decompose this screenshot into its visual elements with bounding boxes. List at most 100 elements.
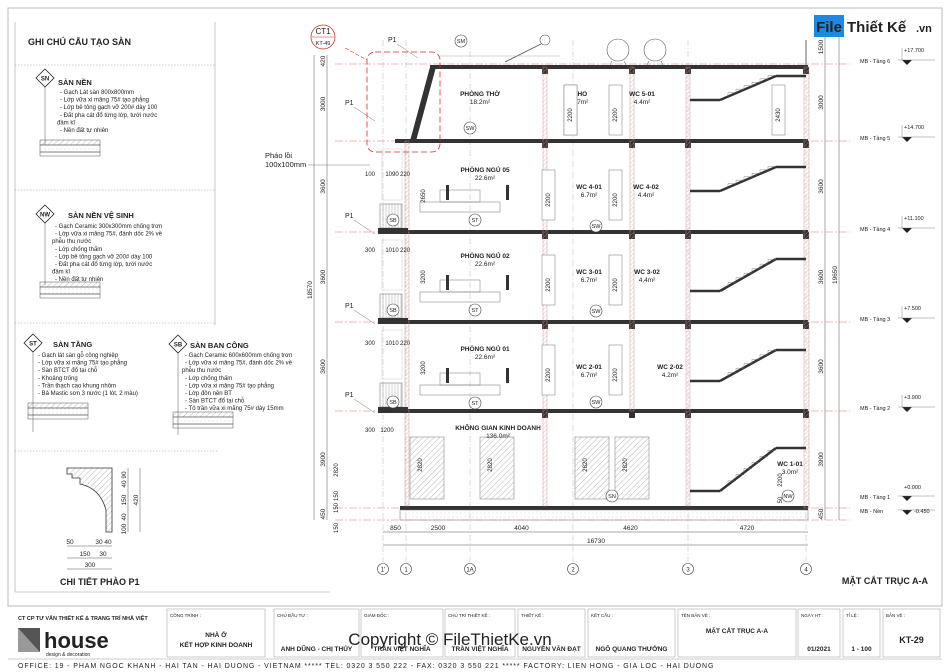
layer-sample — [27, 414, 89, 420]
layer-sample — [39, 151, 101, 157]
level-name: MB - Tầng 3 — [860, 317, 890, 323]
layer-sample — [172, 423, 234, 429]
room-label: WC 2-016.7m² — [576, 364, 602, 379]
company-name: CT CP TƯ VẤN THIẾT KẾ & TRANG TRÍ NHÀ VI… — [18, 614, 148, 622]
note-line: - Lớp vữa xi măng 75# tạo phẳng — [185, 382, 274, 389]
footer-address: OFFICE: 19 - PHAM NGOC KHANH - HAI TAN -… — [18, 663, 714, 670]
notes-title: GHI CHÚ CẤU TẠO SÀN — [28, 36, 131, 47]
tv-cabinet — [419, 384, 501, 396]
bottom-dim: 2500 — [431, 525, 446, 532]
right-dim: 3600 — [818, 269, 825, 284]
note-line: - Gạch Ceramic 300x300mm chống trơn — [55, 224, 162, 230]
balcony-dim: 1010 — [385, 341, 399, 347]
cell-label: KẾT CẤU : — [591, 612, 613, 618]
door-height-label: 2200 — [613, 193, 619, 207]
room-label: PHÒNG NGỦ 0122.6m² — [460, 344, 510, 361]
note-title: SÀN NỀN VỆ SINH — [68, 210, 134, 220]
tag-nw: NW — [783, 494, 793, 500]
note-line: - Lớp vữa xi măng 75# tạo phẳng — [60, 97, 149, 104]
floor-code: NW — [40, 213, 50, 219]
level-marker: MB - Tầng 3 +7.500 — [860, 306, 935, 323]
room-name: WC 2-01 — [576, 364, 602, 371]
level-triangle-icon — [902, 228, 912, 233]
leader — [396, 43, 419, 59]
balcony-slab — [378, 228, 408, 234]
note-line: - Khoảng trống — [38, 376, 78, 382]
tank-leg — [623, 60, 627, 66]
exterior-wall-right — [803, 66, 810, 509]
left-dim: 3600 — [320, 179, 327, 194]
door-height-label: 2200 — [778, 473, 784, 487]
tag-sw: SW — [466, 126, 476, 132]
level-marker: MB - Tầng 6 +17.700 — [860, 48, 935, 65]
section-drawing: CT1KT-49PHÒNG THỜ18.2m²KHO6.7m²WC 5-014.… — [265, 24, 935, 586]
layer-sample — [172, 411, 234, 418]
layer-sample — [39, 139, 101, 146]
floor-slab — [430, 65, 808, 69]
level-triangle-icon — [902, 318, 912, 323]
glass-door — [574, 436, 610, 500]
cell-value: 1 - 100 — [851, 646, 872, 653]
projection-label: Pháo lồi — [265, 151, 292, 160]
stair-flight — [719, 165, 777, 193]
solar-panel — [504, 41, 546, 63]
bottom-dim-total: 16730 — [587, 538, 605, 545]
note-line: - Lớp chống thấm — [55, 247, 102, 253]
room-name: PHÒNG NGỦ 05 — [460, 165, 510, 174]
glass-door — [614, 436, 650, 500]
door-height-label: 2200 — [613, 278, 619, 292]
note-line: - Lớp đôn nền BT — [185, 391, 232, 397]
right-dim-total: 19650 — [832, 266, 839, 284]
detail-title: CHI TIẾT PHÀO P1 — [60, 577, 140, 587]
level-elevation: +0.000 — [904, 485, 921, 491]
speaker — [446, 275, 449, 290]
drawing-title: MẶT CẮT TRỤC A-A — [842, 576, 929, 586]
interior-wall — [685, 66, 691, 507]
level-name: MB - Nền — [860, 509, 883, 515]
balcony-dim: 1090 — [385, 172, 399, 178]
cell-value: KT-29 — [899, 635, 924, 645]
room-label: WC 3-024.4m² — [634, 269, 660, 284]
room-area: 6.7m² — [581, 372, 598, 379]
room-area: 4.4m² — [638, 192, 655, 199]
room-label: WC 2-024.2m² — [657, 364, 683, 379]
note-line: - Gạch Ceramic 600x600mm chống trơn — [185, 353, 292, 359]
stair-flight — [719, 74, 777, 102]
note-line: - Lớp bê tông gạch vỡ 200# dày 100 — [60, 105, 158, 111]
speaker — [506, 185, 509, 200]
room-name: WC 4-02 — [633, 184, 659, 191]
balcony-dim: 220 — [400, 172, 411, 178]
room-label: PHÒNG THỜ18.2m² — [460, 89, 500, 106]
right-dim: 3900 — [818, 452, 825, 467]
balcony-dim: 1010 — [385, 248, 399, 254]
note-sb: SB SÀN BAN CÔNG - Gạch Ceramic 600x600mm c… — [168, 334, 293, 435]
solar-tank — [539, 34, 551, 46]
title-cell: TÊN BẢN VẼ : MẶT CẮT TRỤC A-A — [677, 608, 797, 658]
balcony-dim: 220 — [400, 341, 411, 347]
door-height-label: 2200 — [613, 108, 619, 122]
level-marker: MB - Tầng 1 +0.000 — [860, 485, 935, 501]
detail-dim: 30 — [95, 539, 103, 546]
right-dim: 1500 — [818, 39, 825, 54]
room-label: PHÒNG NGỦ 0522.6m² — [460, 165, 510, 182]
cell-label: GIÁM ĐỐC : — [364, 612, 389, 618]
right-dim: 450 — [818, 508, 825, 519]
note-line: phễu thu nước — [182, 367, 221, 374]
interior-wall — [629, 66, 635, 412]
detail-dim: 40 — [104, 539, 112, 546]
logo-house: house — [44, 628, 109, 653]
title-cell: CHỦ ĐẦU TƯ : ANH DŨNG - CHỊ THỦY — [273, 608, 360, 658]
room-name: WC 1-01 — [777, 461, 803, 468]
door-height-label: 2430 — [776, 108, 782, 122]
floor-slab — [395, 320, 808, 324]
level-marker: MB - Tầng 2 +3.900 — [860, 395, 935, 412]
floor-slab-ground — [400, 506, 808, 510]
detail-dim: 40 — [121, 513, 128, 521]
room-label: WC 3-016.7m² — [576, 269, 602, 284]
bottom-dim: 4040 — [514, 525, 529, 532]
detail-dim: 40 — [121, 480, 128, 488]
detail-dim: 150 — [80, 551, 91, 558]
note-line: - Bả Mastic sơn 3 nước (1 lót, 2 màu) — [38, 391, 138, 397]
tag-sn: SN — [608, 494, 616, 500]
tag-st: ST — [471, 401, 479, 407]
